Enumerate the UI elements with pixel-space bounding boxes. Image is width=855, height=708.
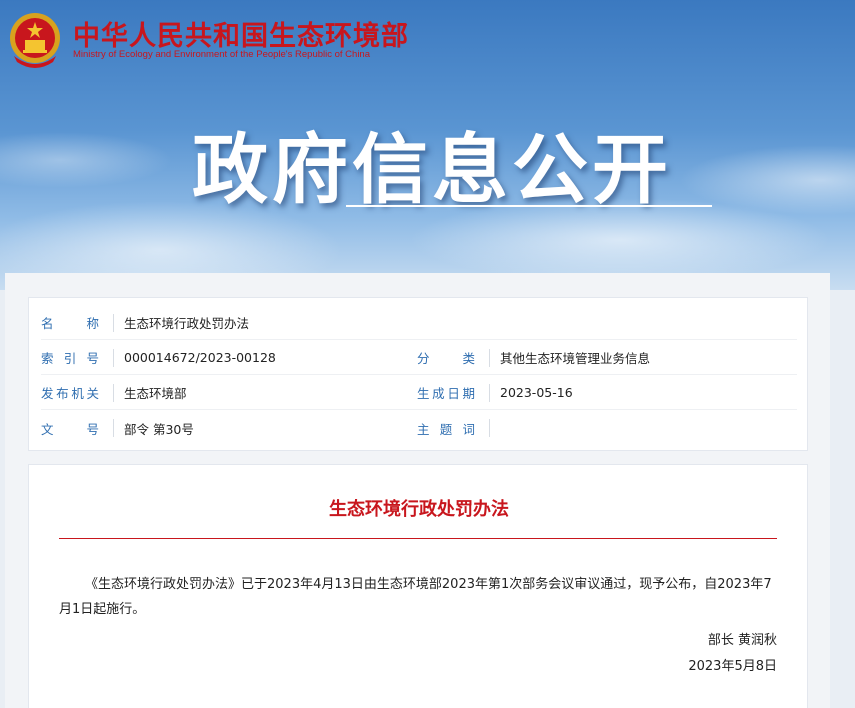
docno-value: 部令 第30号 <box>124 421 194 437</box>
document-content-card: 生态环境行政处罚办法 《生态环境行政处罚办法》已于2023年4月13日由生态环境… <box>28 464 808 708</box>
divider <box>113 313 114 332</box>
document-info-card: 名 称 生态环境行政处罚办法 索 引 号 000014672/2023-0012… <box>28 297 808 451</box>
issuer-label: 发布机关 <box>41 386 99 401</box>
index-label: 索 引 号 <box>41 351 99 366</box>
hero-title: 政府信息公开 <box>192 125 672 214</box>
info-row-name: 名 称 生态环境行政处罚办法 <box>41 306 797 340</box>
date-value: 2023-05-16 <box>500 385 573 400</box>
document-title: 生态环境行政处罚办法 <box>329 499 509 520</box>
keywords-label: 主 题 词 <box>417 421 475 437</box>
info-row-category: 分 类 其他生态环境管理业务信息 <box>417 341 797 375</box>
document-signer: 部长 黄润秋 <box>707 633 777 648</box>
document-body: 《生态环境行政处罚办法》已于2023年4月13日由生态环境部2023年第1次部务… <box>59 577 772 617</box>
info-row-index: 索 引 号 000014672/2023-00128 <box>41 341 419 375</box>
title-divider <box>59 538 777 539</box>
divider <box>113 383 114 402</box>
divider <box>113 348 114 367</box>
info-row-docno: 文 号 部令 第30号 <box>41 411 419 445</box>
docno-label: 文 号 <box>41 421 99 437</box>
name-value: 生态环境行政处罚办法 <box>124 316 250 331</box>
national-emblem-icon <box>10 13 60 68</box>
issuer-value: 生态环境部 <box>124 386 187 401</box>
name-label: 名 称 <box>41 316 99 331</box>
divider <box>489 383 490 402</box>
divider <box>113 419 114 437</box>
category-label: 分 类 <box>417 351 475 366</box>
date-label: 生成日期 <box>417 386 475 401</box>
document-sign-date: 2023年5月8日 <box>688 659 777 674</box>
category-value: 其他生态环境管理业务信息 <box>500 351 651 366</box>
site-subtitle: Ministry of Ecology and Environment of t… <box>73 49 371 60</box>
index-value: 000014672/2023-00128 <box>124 350 276 365</box>
hero-divider <box>346 205 712 207</box>
divider <box>489 419 490 437</box>
site-title[interactable]: 中华人民共和国生态环境部 <box>73 14 409 53</box>
divider <box>489 348 490 367</box>
info-row-issuer: 发布机关 生态环境部 <box>41 376 419 410</box>
info-row-keywords: 主 题 词 <box>417 411 797 445</box>
info-row-date: 生成日期 2023-05-16 <box>417 376 797 410</box>
